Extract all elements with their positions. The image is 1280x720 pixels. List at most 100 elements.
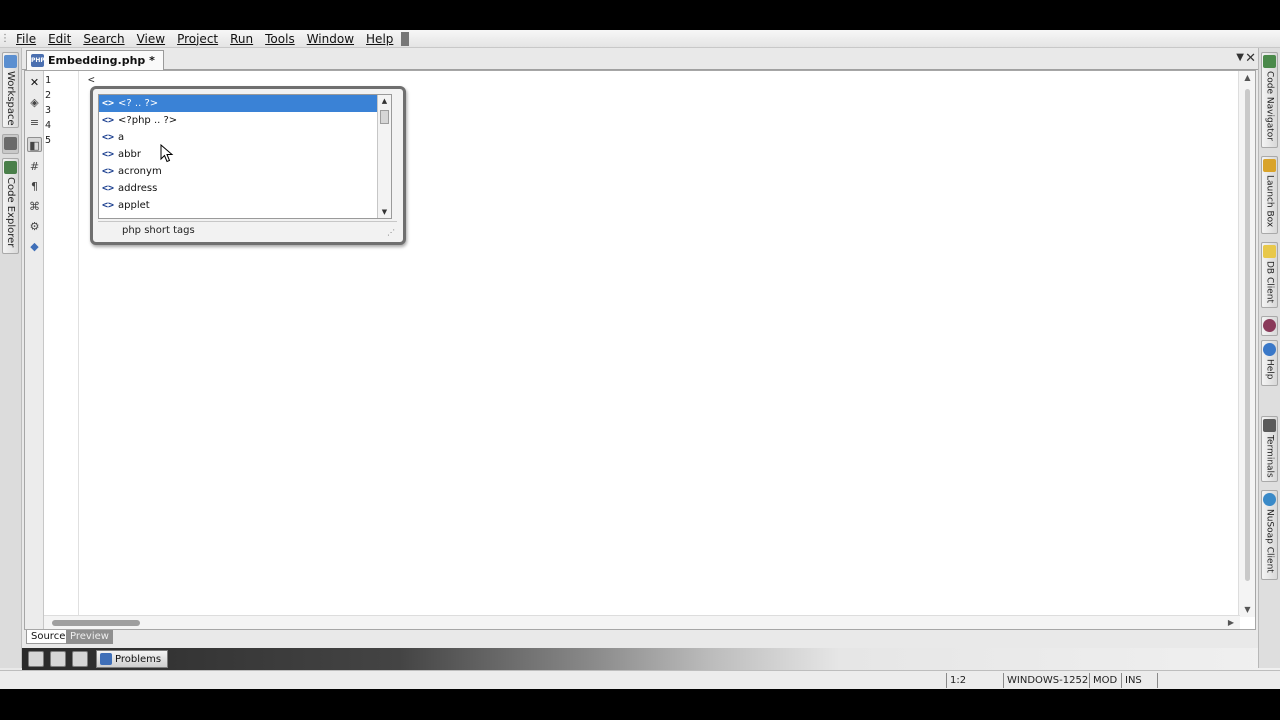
- autocomplete-item[interactable]: <> applet: [99, 197, 382, 214]
- autocomplete-item[interactable]: <> <?php .. ?>: [99, 112, 382, 129]
- scroll-up-icon[interactable]: ▲: [378, 95, 391, 107]
- view-tabs: Source Preview: [24, 630, 224, 644]
- problems-icon: [100, 653, 112, 665]
- paragraph-icon[interactable]: ¶: [27, 179, 42, 194]
- menu-search[interactable]: Search: [77, 32, 130, 46]
- autocomplete-scrollbar[interactable]: ▲ ▼: [377, 95, 391, 218]
- scroll-right-icon[interactable]: ▶: [1228, 616, 1234, 630]
- status-empty-field: [1157, 673, 1197, 688]
- scrollbar-track[interactable]: [1245, 89, 1250, 581]
- scrollbar-thumb[interactable]: [52, 620, 140, 626]
- code-navigator-panel-tab[interactable]: Code Navigator: [1261, 52, 1278, 148]
- db-client-panel-tab[interactable]: DB Client: [1261, 242, 1278, 308]
- editor-tab-bar: PHP Embedding.php * ▼ ✕: [22, 50, 1258, 70]
- insert-mode-indicator[interactable]: INS: [1121, 673, 1157, 688]
- top-black-band: [0, 0, 1280, 30]
- menu-run[interactable]: Run: [224, 32, 259, 46]
- workspace-panel-tab[interactable]: Workspace: [2, 52, 19, 128]
- nusoap-client-panel-tab[interactable]: NuSoap Client: [1261, 490, 1278, 580]
- autocomplete-item[interactable]: <> a: [99, 129, 382, 146]
- problems-panel-tab[interactable]: Problems: [96, 650, 169, 668]
- search-results-panel-icon[interactable]: [72, 651, 88, 667]
- f-panel-tab[interactable]: [1261, 316, 1278, 336]
- autocomplete-item[interactable]: <> <? .. ?>: [99, 95, 382, 112]
- autocomplete-item[interactable]: <> address: [99, 180, 382, 197]
- menu-file[interactable]: File: [10, 32, 42, 46]
- launch-box-panel-tab[interactable]: Launch Box: [1261, 156, 1278, 234]
- modified-indicator: MOD: [1089, 673, 1121, 688]
- code-explorer-icon: [4, 161, 17, 174]
- launch-box-icon: [1263, 159, 1276, 172]
- tag-icon: <>: [102, 166, 115, 177]
- toggle-view-icon[interactable]: ◧: [27, 137, 42, 152]
- tab-list-dropdown-icon[interactable]: ▼: [1236, 52, 1244, 63]
- nusoap-client-icon: [1263, 493, 1276, 506]
- autocomplete-item[interactable]: <> acronym: [99, 163, 382, 180]
- menu-tools[interactable]: Tools: [259, 32, 301, 46]
- settings-icon[interactable]: ⚙: [27, 219, 42, 234]
- editor-vertical-scrollbar[interactable]: ▲ ▼: [1238, 71, 1255, 617]
- terminals-label: Terminals: [1264, 435, 1275, 478]
- code-navigator-label: Code Navigator: [1264, 71, 1275, 141]
- mouse-cursor-icon: [160, 144, 174, 163]
- menu-view[interactable]: View: [131, 32, 171, 46]
- terminals-icon: [1263, 419, 1276, 432]
- resize-grip-icon[interactable]: ⋰: [387, 228, 395, 237]
- autocomplete-item[interactable]: <> abbr: [99, 146, 382, 163]
- autocomplete-popup: <> <? .. ?> <> <?php .. ?> <> a <> abbr …: [90, 86, 406, 245]
- whitespace-icon[interactable]: ⌘: [27, 199, 42, 214]
- code-navigator-icon: [1263, 55, 1276, 68]
- scrollbar-thumb[interactable]: [380, 110, 389, 124]
- help-panel-tab[interactable]: Help: [1261, 340, 1278, 386]
- navigate-icon[interactable]: ◈: [27, 95, 42, 110]
- file-tab-label: Embedding.php *: [48, 54, 155, 67]
- scroll-down-icon[interactable]: ▼: [378, 206, 391, 218]
- f-icon: [1263, 319, 1276, 332]
- menu-window[interactable]: Window: [301, 32, 360, 46]
- output-panel-icon[interactable]: [28, 651, 44, 667]
- left-strip-toggle[interactable]: [2, 134, 19, 154]
- left-panel-strip: Workspace Code Explorer: [0, 48, 22, 668]
- debug-panel-icon[interactable]: [50, 651, 66, 667]
- right-panel-strip: Code Navigator Launch Box DB Client Help…: [1258, 48, 1280, 668]
- scroll-down-icon[interactable]: ▼: [1239, 603, 1256, 617]
- launch-box-label: Launch Box: [1264, 175, 1275, 228]
- panel-toggle-icon: [4, 137, 17, 150]
- editor-tool-column: ✕ ◈ ≡ ◧ # ¶ ⌘ ⚙ ◆: [25, 71, 44, 629]
- terminals-panel-tab[interactable]: Terminals: [1261, 416, 1278, 482]
- scroll-up-icon[interactable]: ▲: [1239, 71, 1256, 85]
- menu-help[interactable]: Help: [360, 32, 399, 46]
- code-explorer-label: Code Explorer: [5, 177, 16, 248]
- autocomplete-item-label: <?php .. ?>: [118, 115, 178, 126]
- editor-file-tab[interactable]: PHP Embedding.php *: [26, 50, 164, 70]
- menubar-grip: ⋮: [0, 32, 10, 44]
- help-label: Help: [1264, 359, 1275, 380]
- tag-icon: <>: [102, 200, 115, 211]
- line-number-gutter: 1 2 3 4 5: [44, 71, 79, 617]
- comment-icon[interactable]: ≡: [27, 115, 42, 130]
- code-line: <: [88, 73, 95, 86]
- cursor-position: 1:2: [946, 673, 1002, 688]
- bottom-black-band: [0, 689, 1280, 720]
- close-editor-icon[interactable]: ✕: [1245, 51, 1256, 66]
- autocomplete-item-label: <? .. ?>: [118, 98, 159, 109]
- editor-horizontal-scrollbar[interactable]: ▶: [44, 615, 1240, 629]
- close-all-icon[interactable]: ✕: [27, 75, 42, 90]
- autocomplete-item-label: applet: [118, 200, 150, 211]
- tab-source[interactable]: Source: [26, 630, 71, 644]
- encoding-indicator[interactable]: WINDOWS-1252: [1003, 673, 1089, 688]
- menu-project[interactable]: Project: [171, 32, 224, 46]
- menu-edit[interactable]: Edit: [42, 32, 77, 46]
- line-numbers-icon[interactable]: #: [27, 159, 42, 174]
- line-number: 2: [45, 90, 52, 101]
- bookmark-icon[interactable]: ◆: [27, 239, 42, 254]
- nusoap-client-label: NuSoap Client: [1264, 509, 1275, 573]
- workspace-icon: [4, 55, 17, 68]
- menubar-end-grip: [401, 31, 410, 46]
- db-client-label: DB Client: [1264, 261, 1275, 304]
- tab-preview[interactable]: Preview: [66, 630, 113, 644]
- tag-icon: <>: [102, 183, 115, 194]
- autocomplete-list[interactable]: <> <? .. ?> <> <?php .. ?> <> a <> abbr …: [98, 94, 392, 219]
- problems-label: Problems: [115, 653, 162, 665]
- code-explorer-panel-tab[interactable]: Code Explorer: [2, 158, 19, 254]
